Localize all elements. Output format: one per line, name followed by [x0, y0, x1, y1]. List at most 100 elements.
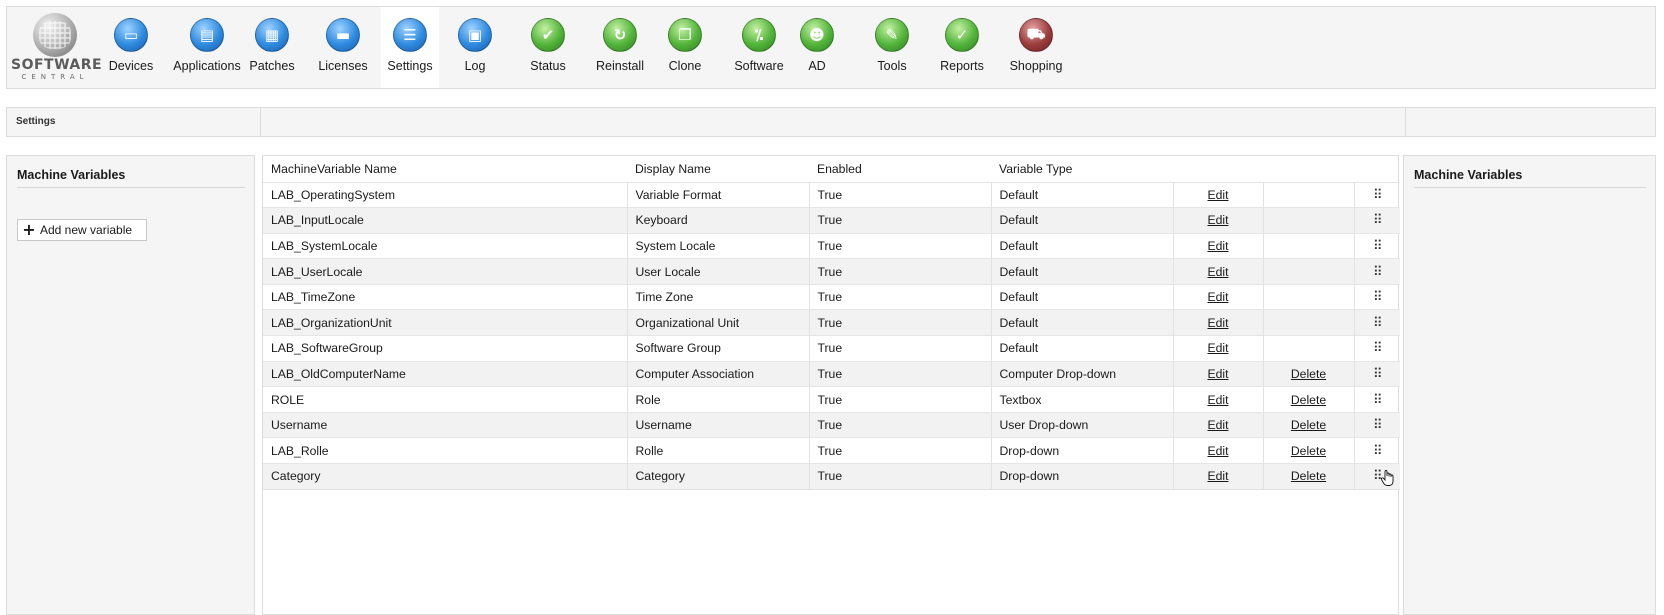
cell-reorder: ⠿ — [1354, 386, 1400, 413]
nav-label: Settings — [387, 59, 433, 73]
cell-delete: Delete — [1263, 360, 1355, 387]
column-header-display-name[interactable]: Display Name — [627, 156, 809, 182]
edit-link[interactable]: Edit — [1207, 290, 1228, 304]
drag-handle-icon[interactable]: ⠿ — [1373, 417, 1382, 432]
nav-status[interactable]: ✔ Status — [519, 7, 577, 88]
nav-label: Reports — [940, 59, 984, 73]
delete-link[interactable]: Delete — [1291, 444, 1326, 458]
cell-edit: Edit — [1173, 283, 1264, 310]
cell-enabled: True — [809, 437, 992, 464]
edit-link[interactable]: Edit — [1207, 213, 1228, 227]
edit-link[interactable]: Edit — [1207, 239, 1228, 253]
edit-link[interactable]: Edit — [1207, 316, 1228, 330]
drag-handle-icon[interactable]: ⠿ — [1373, 187, 1382, 202]
drag-handle-icon[interactable]: ⠿ — [1373, 212, 1382, 227]
nav-licenses[interactable]: ▬ Licenses — [312, 7, 374, 88]
cell-variable-type: Drop-down — [991, 463, 1174, 490]
add-new-variable-button[interactable]: + Add new variable — [17, 219, 147, 241]
cell-delete: Delete — [1263, 437, 1355, 464]
licenses-icon-glyph: ▬ — [335, 26, 351, 44]
cell-variable-name: LAB_SoftwareGroup — [263, 335, 628, 362]
cell-display-name: Category — [627, 463, 810, 490]
cell-edit: Edit — [1173, 335, 1264, 362]
cell-edit: Edit — [1173, 360, 1264, 387]
edit-link[interactable]: Edit — [1207, 469, 1228, 483]
nav-reinstall[interactable]: ↻ Reinstall — [588, 7, 652, 88]
edit-link[interactable]: Edit — [1207, 188, 1228, 202]
cell-variable-name: LAB_OperatingSystem — [263, 181, 628, 208]
patches-icon-glyph: ▦ — [264, 26, 280, 44]
nav-settings[interactable]: ☰ Settings — [381, 7, 439, 88]
cell-variable-name: LAB_UserLocale — [263, 258, 628, 285]
column-header-name[interactable]: MachineVariable Name — [263, 156, 627, 182]
edit-link[interactable]: Edit — [1207, 444, 1228, 458]
log-icon-glyph: ▣ — [467, 26, 483, 44]
software-central-logo[interactable]: SOFTWARE CENTRAL — [11, 13, 102, 85]
nav-tools[interactable]: ✎ Tools — [864, 7, 920, 88]
nav-patches[interactable]: ▦ Patches — [243, 7, 301, 88]
drag-handle-icon[interactable]: ⠿ — [1373, 315, 1382, 330]
nav-log[interactable]: ▣ Log — [450, 7, 500, 88]
delete-link[interactable]: Delete — [1291, 418, 1326, 432]
nav-label: Shopping — [1009, 59, 1063, 73]
nav-shopping[interactable]: ⛟ Shopping — [1002, 7, 1070, 88]
globe-logo-icon — [33, 13, 77, 57]
column-header-reorder — [1354, 156, 1400, 182]
cell-reorder: ⠿ — [1354, 437, 1400, 464]
drag-handle-icon[interactable]: ⠿ — [1373, 238, 1382, 253]
nav-software[interactable]: ⁒ Software — [726, 7, 792, 88]
nav-label: AD — [808, 59, 826, 73]
cell-edit: Edit — [1173, 309, 1264, 336]
delete-link[interactable]: Delete — [1291, 393, 1326, 407]
cell-variable-name: LAB_SystemLocale — [263, 232, 628, 259]
drag-handle-icon[interactable]: ⠿ — [1373, 340, 1382, 355]
plus-icon: + — [22, 220, 36, 239]
drag-handle-icon[interactable]: ⠿ — [1373, 289, 1382, 304]
clone-icon-glyph: ❐ — [678, 26, 692, 44]
edit-link[interactable]: Edit — [1207, 265, 1228, 279]
nav-clone[interactable]: ❐ Clone — [657, 7, 713, 88]
drag-handle-icon[interactable]: ⠿ — [1373, 264, 1382, 279]
divider — [1414, 187, 1646, 188]
cell-enabled: True — [809, 411, 992, 438]
cell-variable-name: LAB_InputLocale — [263, 207, 628, 234]
applications-icon: ▤ — [190, 18, 224, 52]
cell-display-name: Username — [627, 411, 810, 438]
cell-variable-name: LAB_TimeZone — [263, 283, 628, 310]
cell-delete — [1263, 232, 1355, 259]
cell-variable-type: Textbox — [991, 386, 1174, 413]
edit-link[interactable]: Edit — [1207, 393, 1228, 407]
reports-icon: ✓ — [945, 18, 979, 52]
cell-delete: Delete — [1263, 411, 1355, 438]
cell-reorder: ⠿ — [1354, 309, 1400, 336]
drag-handle-icon[interactable]: ⠿ — [1373, 366, 1382, 381]
cell-reorder: ⠿ — [1354, 283, 1400, 310]
column-header-enabled[interactable]: Enabled — [809, 156, 991, 182]
delete-link[interactable]: Delete — [1291, 469, 1326, 483]
cell-delete — [1263, 207, 1355, 234]
reinstall-icon-glyph: ↻ — [613, 26, 627, 44]
cell-edit: Edit — [1173, 437, 1264, 464]
shopping-cart-icon: ⛟ — [1019, 18, 1053, 52]
nav-reports[interactable]: ✓ Reports — [933, 7, 991, 88]
drag-handle-icon[interactable]: ⠿ — [1373, 392, 1382, 407]
cell-enabled: True — [809, 335, 992, 362]
edit-link[interactable]: Edit — [1207, 367, 1228, 381]
cell-display-name: System Locale — [627, 232, 810, 259]
software-icon: ⁒ — [742, 18, 776, 52]
cell-variable-name: Username — [263, 411, 628, 438]
nav-applications[interactable]: ▤ Applications — [171, 7, 243, 88]
column-header-edit — [1173, 156, 1263, 182]
cell-variable-type: Default — [991, 207, 1174, 234]
delete-link[interactable]: Delete — [1291, 367, 1326, 381]
table-row: LAB_OldComputerName Computer Association T… — [263, 360, 1400, 387]
column-header-variable-type[interactable]: Variable Type — [991, 156, 1173, 182]
nav-label: Tools — [877, 59, 907, 73]
drag-handle-icon[interactable]: ⠿ — [1373, 443, 1382, 458]
nav-devices[interactable]: ▭ Devices — [103, 7, 159, 88]
cell-variable-type: User Drop-down — [991, 411, 1174, 438]
settings-icon-glyph: ☰ — [403, 26, 417, 44]
nav-ad[interactable]: ☻ AD — [795, 7, 839, 88]
edit-link[interactable]: Edit — [1207, 418, 1228, 432]
edit-link[interactable]: Edit — [1207, 341, 1228, 355]
